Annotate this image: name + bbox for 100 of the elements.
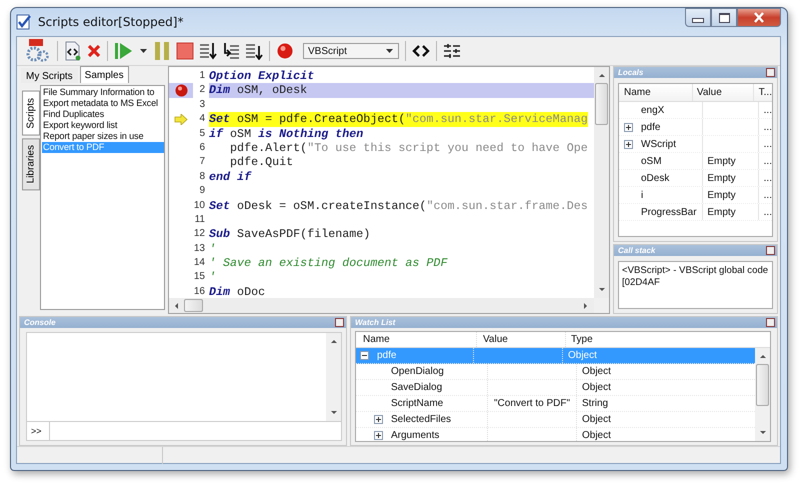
expand-icon[interactable] bbox=[624, 140, 633, 149]
step-over-icon[interactable] bbox=[222, 42, 240, 60]
caret-icon[interactable] bbox=[139, 48, 148, 54]
table-cell: Empty bbox=[707, 172, 736, 184]
column-header[interactable]: Value bbox=[477, 332, 566, 347]
side-tab[interactable]: Libraries bbox=[22, 138, 40, 190]
minimize-button[interactable] bbox=[685, 8, 711, 27]
table-cell: Arguments bbox=[391, 430, 440, 441]
watch-row[interactable]: ScriptName "Convert to PDF" String bbox=[356, 396, 755, 412]
column-header[interactable]: Type bbox=[566, 334, 770, 345]
settings-icon[interactable] bbox=[443, 43, 461, 59]
code-brackets-icon[interactable] bbox=[412, 45, 430, 57]
table-cell: ... bbox=[764, 190, 772, 200]
code-line: Option Explicit bbox=[209, 69, 314, 84]
close-button[interactable] bbox=[766, 246, 775, 255]
column-header[interactable]: Name bbox=[356, 332, 477, 347]
code-line: if oSM is Nothing then bbox=[209, 126, 364, 141]
code-line: Dim oDoc bbox=[209, 284, 266, 298]
collapse-icon[interactable] bbox=[360, 351, 369, 360]
table-cell: ... bbox=[764, 104, 772, 116]
script-item[interactable]: Find Duplicates bbox=[42, 109, 164, 120]
line-number: 2 bbox=[193, 83, 209, 98]
code-editor[interactable] bbox=[168, 66, 610, 314]
language-select[interactable]: VBScript bbox=[303, 43, 399, 59]
tab[interactable]: Samples bbox=[80, 66, 129, 83]
table-cell: Object bbox=[582, 414, 611, 425]
close-button[interactable] bbox=[737, 8, 781, 27]
checkmark-document-icon bbox=[16, 14, 32, 30]
side-tab[interactable]: Scripts bbox=[22, 91, 40, 136]
table-cell: Empty bbox=[707, 206, 736, 218]
column-header[interactable]: T... bbox=[754, 87, 772, 98]
table-cell: Object bbox=[582, 366, 611, 377]
code-line: ' bbox=[209, 270, 216, 285]
column-header[interactable]: Name bbox=[619, 84, 693, 101]
watch-row[interactable]: SaveDialog Object bbox=[356, 380, 755, 396]
table-cell: oDesk bbox=[641, 172, 670, 184]
code-line: ' bbox=[209, 242, 216, 256]
breakpoint-icon[interactable] bbox=[174, 84, 188, 98]
table-cell: WScript bbox=[641, 138, 676, 150]
table-cell: Object bbox=[582, 382, 611, 393]
script-item[interactable]: Export metadata to MS Excel bbox=[42, 98, 164, 109]
stop-icon[interactable] bbox=[176, 42, 194, 60]
step-into-icon[interactable] bbox=[199, 42, 217, 60]
table-cell: ProgressBar bbox=[641, 206, 697, 218]
column-header[interactable]: Value bbox=[692, 84, 754, 101]
breakpoint-icon[interactable] bbox=[276, 42, 294, 60]
watch-row[interactable]: SelectedFiles Object bbox=[356, 412, 755, 428]
table-cell: ... bbox=[764, 206, 772, 218]
panel-title: Watch List bbox=[355, 318, 396, 328]
table-cell: String bbox=[582, 398, 608, 409]
table-cell: oSM bbox=[641, 156, 662, 166]
maximize-button[interactable] bbox=[711, 8, 737, 27]
table-cell: ... bbox=[764, 172, 772, 184]
call-stack-entry[interactable]: <VBScript> - VBScript global code [02D4AF bbox=[622, 265, 769, 289]
watch-row[interactable]: OpenDialog Object bbox=[356, 364, 755, 380]
table-cell: OpenDialog bbox=[391, 366, 444, 377]
table-cell: ... bbox=[764, 156, 772, 166]
script-item[interactable]: File Summary Information to bbox=[42, 87, 164, 98]
close-button[interactable] bbox=[766, 318, 775, 327]
table-cell: Object bbox=[582, 430, 611, 441]
table-cell: Empty bbox=[707, 190, 736, 200]
table-cell: SaveDialog bbox=[391, 382, 442, 393]
expand-icon[interactable] bbox=[374, 431, 383, 440]
expand-icon[interactable] bbox=[374, 415, 383, 424]
code-line: Sub SaveAsPDF(filename) bbox=[209, 227, 370, 242]
scrollbar[interactable] bbox=[755, 348, 770, 441]
table-cell: ... bbox=[764, 138, 772, 150]
arrow-icon bbox=[174, 114, 188, 125]
code-line: Dim oSM, oDesk bbox=[209, 83, 308, 98]
table-cell: pdfe bbox=[377, 350, 396, 361]
tab[interactable]: My Scripts bbox=[21, 68, 78, 83]
script-icon[interactable] bbox=[64, 41, 82, 61]
window-title: Scripts editor[Stopped]* bbox=[38, 15, 184, 29]
panel-title: Locals bbox=[618, 68, 644, 78]
step-out-icon[interactable] bbox=[245, 42, 263, 60]
table-cell: ScriptName bbox=[391, 398, 444, 409]
code-line: Set oDesk = oSM.createInstance("com.sun.star.frame.Des bbox=[209, 198, 588, 213]
code-line: pdfe.Alert("To use this script you need to have Ope bbox=[229, 140, 588, 156]
panel-title: Console bbox=[24, 318, 56, 328]
script-item[interactable]: Report paper sizes in use bbox=[42, 131, 164, 142]
scrollbar[interactable] bbox=[326, 333, 341, 421]
table-cell: "Convert to PDF" bbox=[494, 398, 570, 409]
close-button[interactable] bbox=[335, 318, 344, 327]
table-cell: Object bbox=[568, 350, 597, 361]
table-cell: engX bbox=[641, 104, 664, 116]
code-line: pdfe.Quit bbox=[229, 155, 294, 170]
delete-icon[interactable] bbox=[87, 44, 101, 58]
panel-title: Call stack bbox=[618, 246, 656, 256]
code-line: end if bbox=[209, 170, 252, 184]
close-icon bbox=[752, 12, 766, 23]
code-line: ' Save an existing document as PDF bbox=[209, 256, 448, 270]
caret-icon bbox=[385, 48, 394, 54]
expand-icon[interactable] bbox=[624, 123, 633, 132]
table-cell: i bbox=[641, 190, 644, 200]
table-cell: Empty bbox=[707, 156, 736, 166]
close-button[interactable] bbox=[766, 68, 775, 77]
table-cell: pdfe bbox=[641, 122, 660, 132]
table-cell: ... bbox=[764, 122, 772, 132]
play-icon[interactable] bbox=[114, 41, 134, 61]
script-item[interactable]: Export keyword list bbox=[42, 120, 164, 131]
